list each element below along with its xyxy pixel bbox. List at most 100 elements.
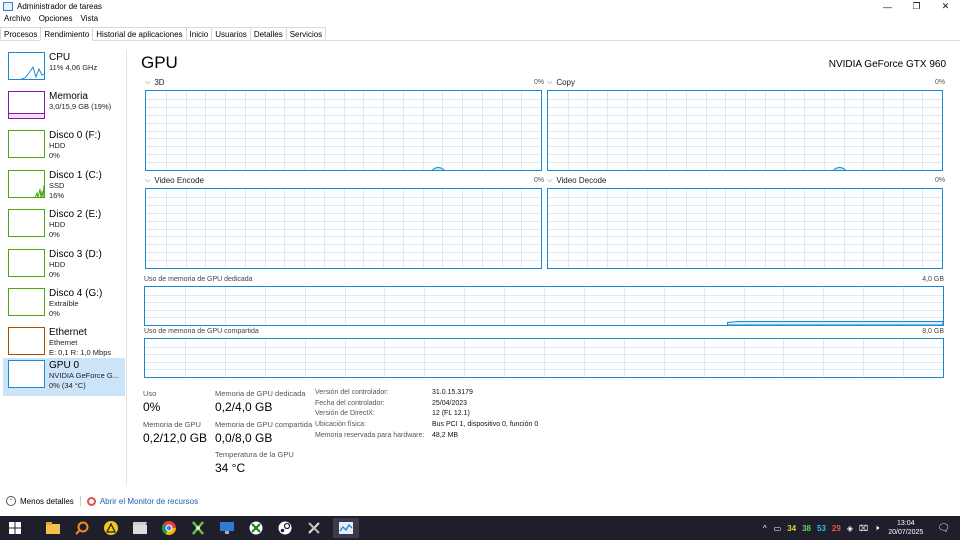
volume-icon[interactable]: 🕨 xyxy=(874,523,879,533)
clock[interactable]: 13:04 20/07/2025 xyxy=(888,519,923,537)
monitor-app-icon[interactable] xyxy=(217,518,237,538)
sidebar-cpu-name: CPU xyxy=(49,52,71,63)
disk0-thumbnail xyxy=(8,130,45,158)
chevron-down-icon: ⌵ xyxy=(547,78,553,86)
resource-monitor-icon xyxy=(86,496,96,506)
sidebar-memoria-name: Memoria xyxy=(49,91,88,102)
tab-bar: Procesos Rendimiento Historial de aplica… xyxy=(0,27,960,41)
sidebar-disco4-sub2: 0% xyxy=(49,308,60,318)
temperature-value: 34 °C xyxy=(215,461,246,475)
menu-opciones[interactable]: Opciones xyxy=(35,13,77,25)
tab-usuarios[interactable]: Usuarios xyxy=(211,27,251,40)
sidebar-item-disco-2[interactable]: Disco 2 (E:) HDD 0% xyxy=(3,207,125,245)
fewer-details-link[interactable]: Menos detalles xyxy=(20,497,74,506)
chevron-down-icon: ⌵ xyxy=(145,78,151,86)
sidebar-item-disco-4[interactable]: Disco 4 (G:) Extraíble 0% xyxy=(3,286,125,324)
minimize-button[interactable]: — xyxy=(873,0,902,13)
chrome-icon[interactable] xyxy=(159,518,179,538)
sidebar-item-cpu[interactable]: CPU 11% 4,06 GHz xyxy=(3,50,125,88)
reserved-memory-value: 48,2 MB xyxy=(432,432,459,439)
memory-thumbnail xyxy=(8,91,45,119)
chevron-up-icon[interactable]: ⌃ xyxy=(6,496,16,506)
sidebar-item-disco-0[interactable]: Disco 0 (F:) HDD 0% xyxy=(3,128,125,166)
sidebar-disco3-sub1: HDD xyxy=(49,260,66,269)
usage-value: 0% xyxy=(143,400,161,414)
dropbox-icon[interactable]: ◈ xyxy=(847,524,853,533)
dedicated-memory-max: 4,0 GB xyxy=(922,276,944,283)
tab-rendimiento[interactable]: Rendimiento xyxy=(40,27,94,41)
windows-start-icon[interactable] xyxy=(5,518,25,538)
dedicated-memory-label: Uso de memoria de GPU dedicada xyxy=(144,276,253,283)
chevron-up-icon[interactable]: ^ xyxy=(763,524,767,533)
xbox-icon[interactable] xyxy=(246,518,266,538)
sidebar-disco3-name: Disco 3 (D:) xyxy=(49,249,102,260)
dedicated-memory-graph xyxy=(144,286,944,326)
engine-decode-graph xyxy=(547,188,943,269)
engine-decode-pct: 0% xyxy=(935,177,946,184)
chevron-down-icon: ⌵ xyxy=(547,176,553,184)
tab-servicios[interactable]: Servicios xyxy=(285,27,327,40)
shared-label: Memoria de GPU compartida xyxy=(215,420,313,429)
maximize-button[interactable]: ❐ xyxy=(902,0,931,13)
display-icon[interactable]: ▭ xyxy=(774,524,782,533)
engine-copy-graph xyxy=(547,90,943,171)
temperature-label: Temperatura de la GPU xyxy=(215,450,294,459)
disk2-thumbnail xyxy=(8,209,45,237)
tray-temp-3[interactable]: 53 xyxy=(817,524,826,533)
tray-temp-2[interactable]: 38 xyxy=(802,524,811,533)
engine-encode-selector[interactable]: ⌵ Video Encode xyxy=(145,176,204,185)
clock-time: 13:04 xyxy=(897,520,915,527)
tray-temp-4[interactable]: 29 xyxy=(832,524,841,533)
system-tray: ^ ▭ 34 38 53 29 ◈ ⌧ 🕨 13:04 20/07/2025 🗨 xyxy=(759,516,960,540)
sidebar-disco2-name: Disco 2 (E:) xyxy=(49,209,102,220)
sidebar-item-disco-3[interactable]: Disco 3 (D:) HDD 0% xyxy=(3,247,125,285)
notifications-icon[interactable]: 🗨 xyxy=(937,523,950,534)
tab-procesos[interactable]: Procesos xyxy=(0,27,42,40)
sidebar-item-gpu-0[interactable]: GPU 0 NVIDIA GeForce G... 0% (34 °C) xyxy=(3,358,125,396)
task-manager-icon[interactable] xyxy=(333,518,359,538)
gpu-memory-value: 0,2/12,0 GB xyxy=(143,431,208,445)
dedicated-value: 0,2/4,0 GB xyxy=(215,400,273,414)
tray-temp-1[interactable]: 34 xyxy=(787,524,796,533)
sidebar-disco4-name: Disco 4 (G:) xyxy=(49,288,103,299)
engine-3d-selector[interactable]: ⌵ 3D xyxy=(145,78,165,87)
xbox-app-icon[interactable] xyxy=(188,518,208,538)
shared-memory-graph xyxy=(144,338,944,378)
engine-copy-label: Copy xyxy=(556,78,575,87)
resource-monitor-link[interactable]: Abrir el Monitor de recursos xyxy=(100,497,198,506)
close-button[interactable]: ✕ xyxy=(931,0,960,13)
menu-archivo[interactable]: Archivo xyxy=(0,13,35,25)
engine-3d-graph xyxy=(145,90,542,171)
engine-copy-selector[interactable]: ⌵ Copy xyxy=(547,78,575,87)
warning-app-icon[interactable] xyxy=(101,518,121,538)
sidebar-ethernet-sub1: Ethernet xyxy=(49,338,78,347)
sidebar-ethernet-sub2: E: 0,1 R: 1,0 Mbps xyxy=(49,347,112,357)
chevron-down-icon: ⌵ xyxy=(145,176,151,184)
disk4-thumbnail xyxy=(8,288,45,316)
engine-3d-pct: 0% xyxy=(534,79,545,86)
sidebar-item-disco-1[interactable]: Disco 1 (C:) SSD 16% xyxy=(3,168,125,206)
search-app-icon[interactable] xyxy=(72,518,92,538)
taskbar: ^ ▭ 34 38 53 29 ◈ ⌧ 🕨 13:04 20/07/2025 🗨 xyxy=(0,516,960,540)
film-app-icon[interactable] xyxy=(130,518,150,538)
tab-detalles[interactable]: Detalles xyxy=(249,27,287,40)
network-icon[interactable]: ⌧ xyxy=(859,524,868,533)
tab-inicio[interactable]: Inicio xyxy=(185,27,213,40)
tools-icon[interactable] xyxy=(304,518,324,538)
engine-encode-pct: 0% xyxy=(534,177,545,184)
sidebar-gpu-name: GPU 0 xyxy=(49,360,80,371)
driver-date-label: Fecha del controlador: xyxy=(315,400,385,407)
steam-icon[interactable] xyxy=(275,518,295,538)
sidebar-item-memoria[interactable]: Memoria 3,0/15,9 GB (19%) xyxy=(3,89,125,127)
task-manager-icon xyxy=(3,2,13,11)
menu-vista[interactable]: Vista xyxy=(76,13,102,25)
engine-decode-selector[interactable]: ⌵ Video Decode xyxy=(547,176,606,185)
sidebar-disco0-sub1: HDD xyxy=(49,141,66,150)
window-title: Administrador de tareas xyxy=(17,2,102,11)
file-explorer-icon[interactable] xyxy=(43,518,63,538)
driver-version-value: 31.0.15.3179 xyxy=(432,389,473,396)
sidebar-disco2-sub2: 0% xyxy=(49,229,60,239)
tab-historial[interactable]: Historial de aplicaciones xyxy=(92,27,187,40)
sidebar-disco1-sub1: SSD xyxy=(49,181,65,190)
usage-label: Uso xyxy=(143,389,157,398)
